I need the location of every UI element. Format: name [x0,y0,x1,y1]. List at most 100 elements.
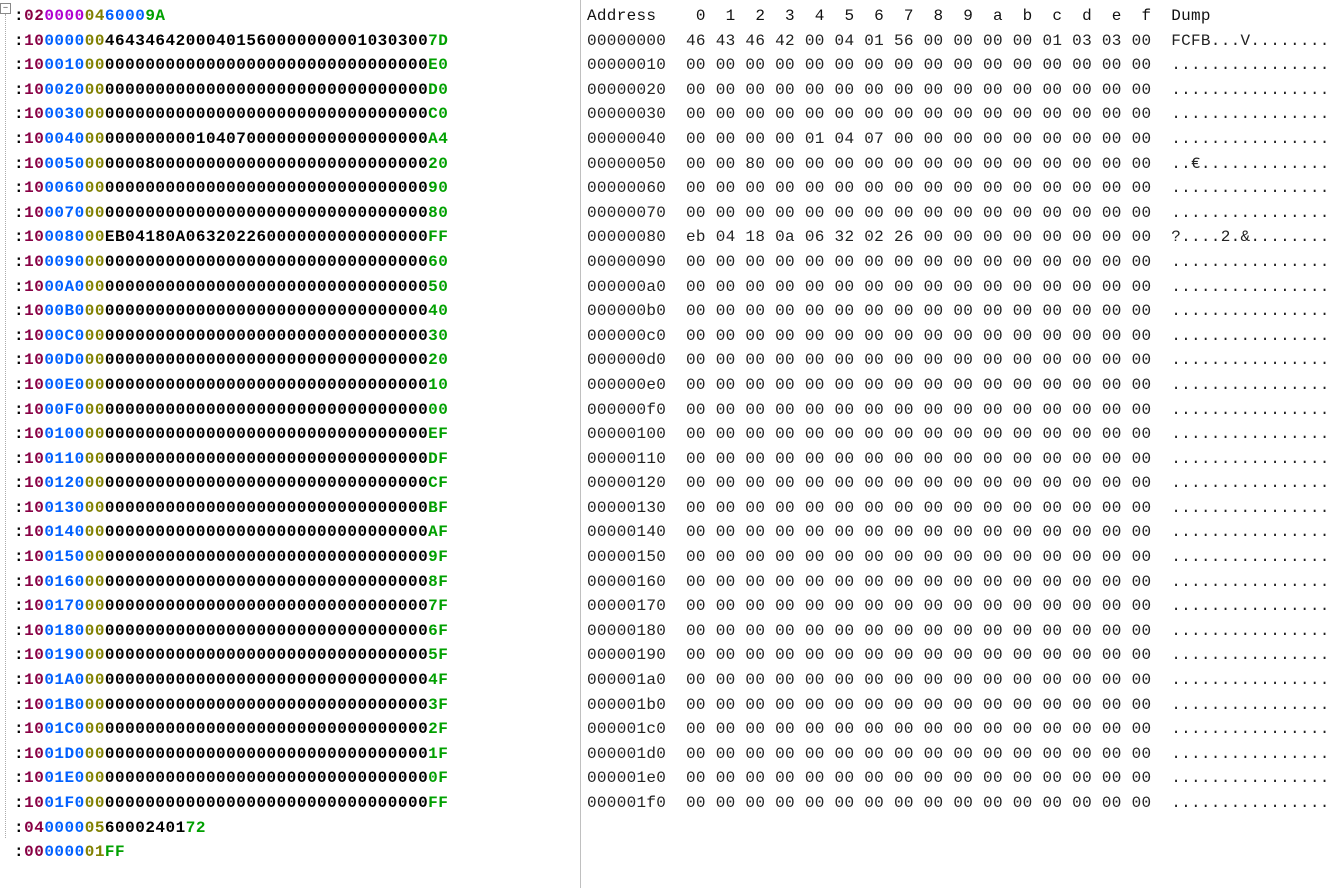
intel-hex-record[interactable]: :1000D0000000000000000000000000000000000… [14,348,580,373]
intel-hex-pane[interactable]: – :0200000460009A:1000000046434642000401… [0,0,580,888]
intel-hex-record[interactable]: :1001E0000000000000000000000000000000000… [14,766,580,791]
intel-hex-record[interactable]: :1000B0000000000000000000000000000000000… [14,299,580,324]
hex-dump-row[interactable]: 000001c0 00 00 00 00 00 00 00 00 00 00 0… [587,717,1342,742]
record-checksum: 10 [428,376,448,394]
intel-hex-record[interactable]: :1001A0000000000000000000000000000000000… [14,668,580,693]
hex-dump-row[interactable]: 00000010 00 00 00 00 00 00 00 00 00 00 0… [587,53,1342,78]
intel-hex-record[interactable]: :040000056000240172 [14,816,580,841]
hex-dump-row[interactable]: 000000e0 00 00 00 00 00 00 00 00 00 00 0… [587,373,1342,398]
record-colon: : [14,819,24,837]
intel-hex-record[interactable]: :100010000000000000000000000000000000000… [14,53,580,78]
hex-dump-row[interactable]: 000001b0 00 00 00 00 00 00 00 00 00 00 0… [587,693,1342,718]
hex-dump-row[interactable]: 000001a0 00 00 00 00 00 00 00 00 00 00 0… [587,668,1342,693]
intel-hex-record[interactable]: :100140000000000000000000000000000000000… [14,520,580,545]
record-checksum: 9A [145,7,165,25]
record-type: 00 [85,204,105,222]
hex-dump-row[interactable]: 00000110 00 00 00 00 00 00 00 00 00 00 0… [587,447,1342,472]
hex-dump-row[interactable]: 00000120 00 00 00 00 00 00 00 00 00 00 0… [587,471,1342,496]
record-data: 00000000000000000000000000000000 [105,425,428,443]
hex-dump-row[interactable]: 00000050 00 00 80 00 00 00 00 00 00 00 0… [587,152,1342,177]
hex-dump-row[interactable]: 000000f0 00 00 00 00 00 00 00 00 00 00 0… [587,398,1342,423]
record-address: 0130 [44,499,84,517]
record-colon: : [14,769,24,787]
hex-dump-row[interactable]: 00000190 00 00 00 00 00 00 00 00 00 00 0… [587,643,1342,668]
intel-hex-record[interactable]: :0200000460009A [14,4,580,29]
intel-hex-record[interactable]: :1000E0000000000000000000000000000000000… [14,373,580,398]
intel-hex-record[interactable]: :100050000000800000000000000000000000000… [14,152,580,177]
intel-hex-record[interactable]: :100120000000000000000000000000000000000… [14,471,580,496]
intel-hex-record[interactable]: :100170000000000000000000000000000000000… [14,594,580,619]
record-type: 00 [85,105,105,123]
hex-dump-row[interactable]: 00000160 00 00 00 00 00 00 00 00 00 00 0… [587,570,1342,595]
intel-hex-record[interactable]: :1001D0000000000000000000000000000000000… [14,742,580,767]
hex-dump-row[interactable]: 00000020 00 00 00 00 00 00 00 00 00 00 0… [587,78,1342,103]
intel-hex-record[interactable]: :1000A0000000000000000000000000000000000… [14,275,580,300]
hex-dump-row[interactable]: 00000140 00 00 00 00 00 00 00 00 00 00 0… [587,520,1342,545]
intel-hex-record[interactable]: :100180000000000000000000000000000000000… [14,619,580,644]
intel-hex-record[interactable]: :1000F0000000000000000000000000000000000… [14,398,580,423]
hex-dump-row[interactable]: 00000030 00 00 00 00 00 00 00 00 00 00 0… [587,102,1342,127]
intel-hex-record[interactable]: :1001C0000000000000000000000000000000000… [14,717,580,742]
record-data: 00000000000000000000000000000000 [105,351,428,369]
hex-dump-row[interactable]: 000000b0 00 00 00 00 00 00 00 00 00 00 0… [587,299,1342,324]
intel-hex-record[interactable]: :100070000000000000000000000000000000000… [14,201,580,226]
record-data: 00000000000000000000000000000000 [105,720,428,738]
intel-hex-record[interactable]: :100190000000000000000000000000000000000… [14,643,580,668]
hex-dump-row[interactable]: 000001d0 00 00 00 00 00 00 00 00 00 00 0… [587,742,1342,767]
record-colon: : [14,622,24,640]
intel-hex-record[interactable]: :100040000000000001040700000000000000000… [14,127,580,152]
intel-hex-record[interactable]: :100060000000000000000000000000000000000… [14,176,580,201]
intel-hex-record[interactable]: :100000004643464200040156000000000103030… [14,29,580,54]
intel-hex-record[interactable]: :100110000000000000000000000000000000000… [14,447,580,472]
intel-hex-record[interactable]: :1000C0000000000000000000000000000000000… [14,324,580,349]
hex-dump-row[interactable]: 00000170 00 00 00 00 00 00 00 00 00 00 0… [587,594,1342,619]
tree-collapse-toggle[interactable]: – [0,3,11,14]
hex-dump-row[interactable]: 00000130 00 00 00 00 00 00 00 00 00 00 0… [587,496,1342,521]
hex-dump-row[interactable]: 000001e0 00 00 00 00 00 00 00 00 00 00 0… [587,766,1342,791]
intel-hex-record[interactable]: :10008000EB04180A06320226000000000000000… [14,225,580,250]
record-bytecount: 10 [24,204,44,222]
hex-dump-row[interactable]: 00000150 00 00 00 00 00 00 00 00 00 00 0… [587,545,1342,570]
record-address: 01B0 [44,696,84,714]
record-address: 0180 [44,622,84,640]
intel-hex-record[interactable]: :100100000000000000000000000000000000000… [14,422,580,447]
record-colon: : [14,720,24,738]
intel-hex-record[interactable]: :100150000000000000000000000000000000000… [14,545,580,570]
hex-dump-row[interactable]: 00000040 00 00 00 00 01 04 07 00 00 00 0… [587,127,1342,152]
record-bytecount: 10 [24,646,44,664]
intel-hex-record[interactable]: :100130000000000000000000000000000000000… [14,496,580,521]
record-address: 01F0 [44,794,84,812]
hex-dump-row[interactable]: 00000080 eb 04 18 0a 06 32 02 26 00 00 0… [587,225,1342,250]
record-address: 0000 [44,819,84,837]
hex-dump-row[interactable]: 000000a0 00 00 00 00 00 00 00 00 00 00 0… [587,275,1342,300]
record-bytecount: 10 [24,573,44,591]
intel-hex-record[interactable]: :100090000000000000000000000000000000000… [14,250,580,275]
record-type: 00 [85,474,105,492]
intel-hex-record[interactable]: :1001B0000000000000000000000000000000000… [14,693,580,718]
hex-dump-row[interactable]: 000001f0 00 00 00 00 00 00 00 00 00 00 0… [587,791,1342,816]
record-address: 0000 [44,32,84,50]
hex-dump-row[interactable]: 000000d0 00 00 00 00 00 00 00 00 00 00 0… [587,348,1342,373]
record-bytecount: 10 [24,327,44,345]
record-checksum: DF [428,450,448,468]
hex-dump-pane[interactable]: Address 0 1 2 3 4 5 6 7 8 9 a b c d e f … [580,0,1342,888]
intel-hex-record[interactable]: :100030000000000000000000000000000000000… [14,102,580,127]
record-colon: : [14,474,24,492]
intel-hex-record[interactable]: :1001F0000000000000000000000000000000000… [14,791,580,816]
hex-dump-row[interactable]: 00000090 00 00 00 00 00 00 00 00 00 00 0… [587,250,1342,275]
hex-dump-row[interactable]: 00000000 46 43 46 42 00 04 01 56 00 00 0… [587,29,1342,54]
record-type: 00 [85,56,105,74]
hex-dump-row[interactable]: 000000c0 00 00 00 00 00 00 00 00 00 00 0… [587,324,1342,349]
record-bytecount: 10 [24,56,44,74]
hex-dump-row[interactable]: 00000180 00 00 00 00 00 00 00 00 00 00 0… [587,619,1342,644]
hex-dump-row[interactable]: 00000100 00 00 00 00 00 00 00 00 00 00 0… [587,422,1342,447]
record-bytecount: 10 [24,548,44,566]
intel-hex-record[interactable]: :100160000000000000000000000000000000000… [14,570,580,595]
intel-hex-record[interactable]: :00000001FF [14,840,580,865]
record-checksum: 1F [428,745,448,763]
record-type: 00 [85,450,105,468]
hex-dump-row[interactable]: 00000060 00 00 00 00 00 00 00 00 00 00 0… [587,176,1342,201]
record-address: 00E0 [44,376,84,394]
intel-hex-record[interactable]: :100020000000000000000000000000000000000… [14,78,580,103]
hex-dump-row[interactable]: 00000070 00 00 00 00 00 00 00 00 00 00 0… [587,201,1342,226]
